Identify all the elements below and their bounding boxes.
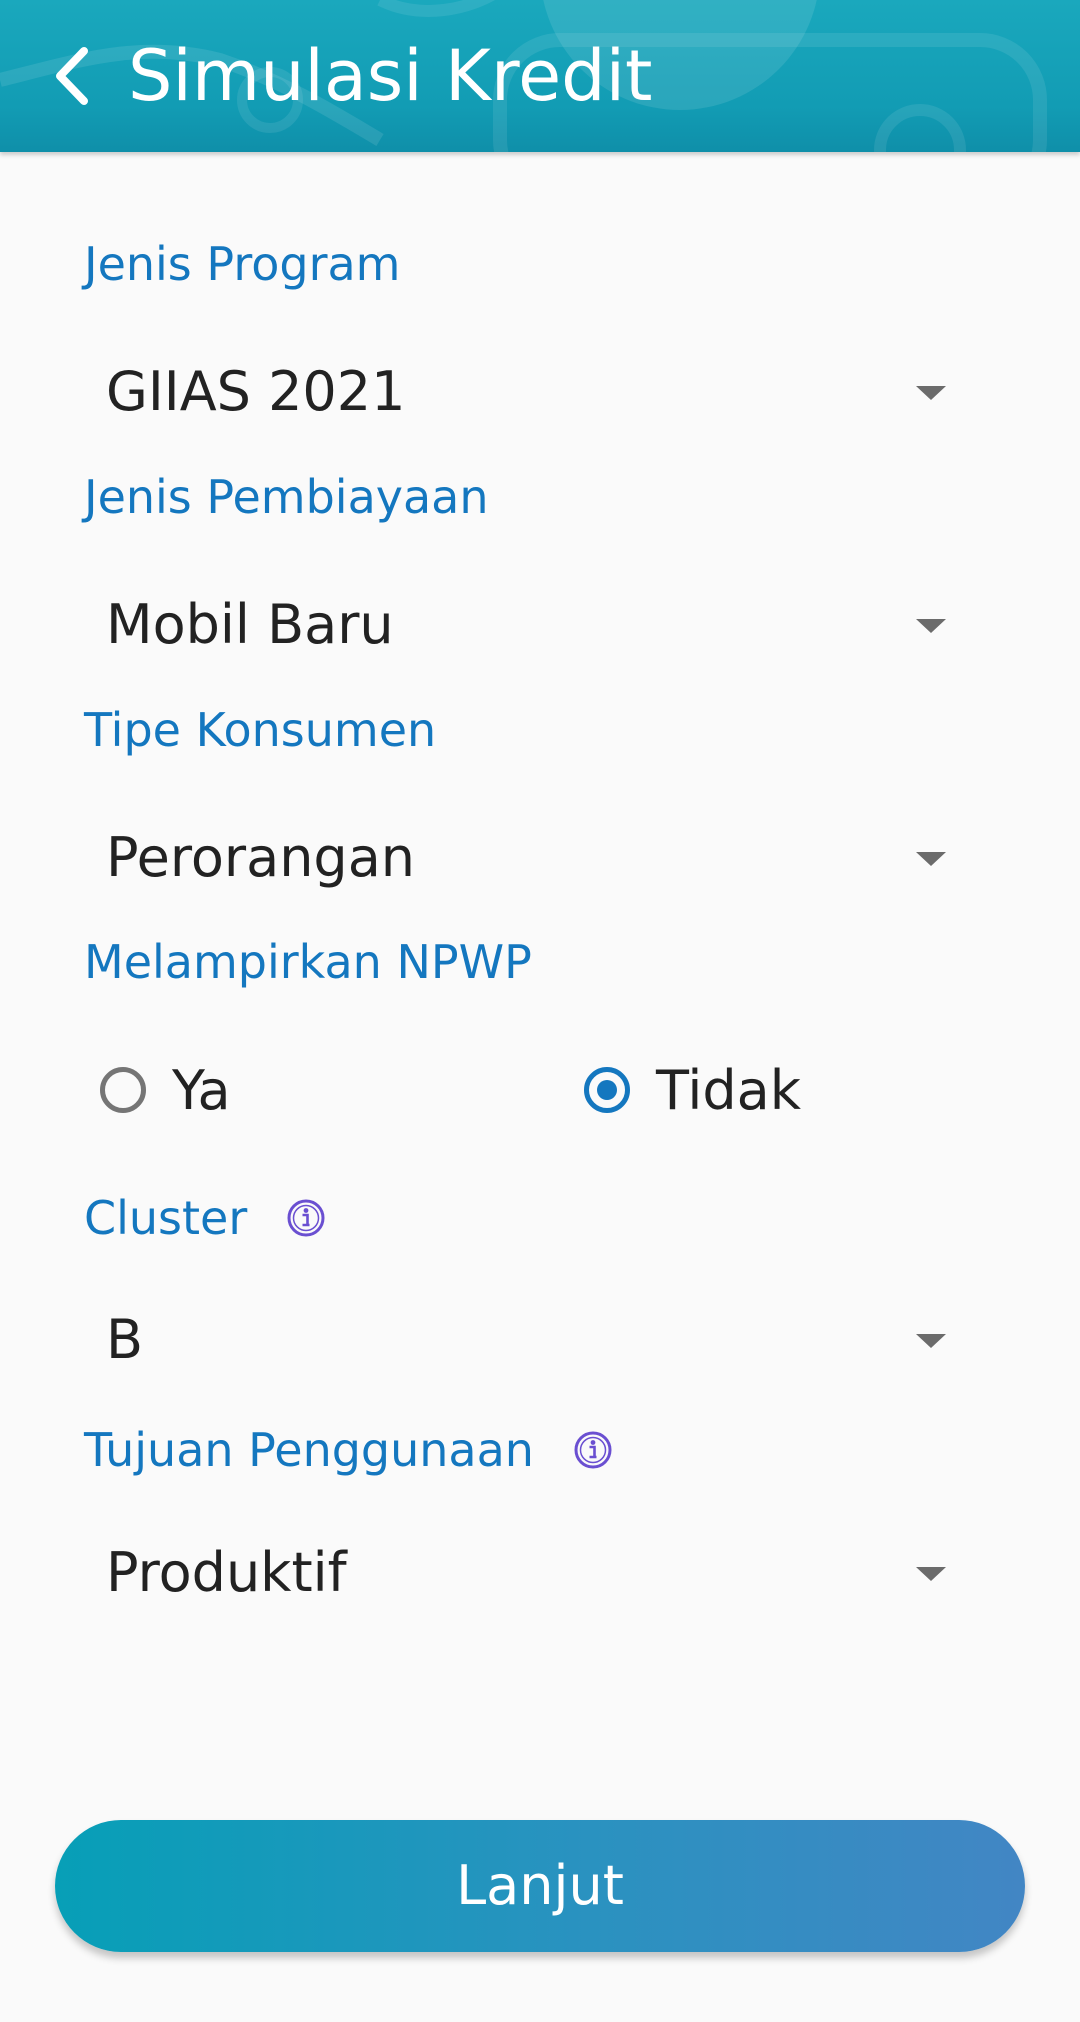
tujuan-penggunaan-label: Tujuan Penggunaan bbox=[84, 1423, 534, 1477]
npwp-radio-tidak[interactable]: Tidak bbox=[584, 1054, 884, 1134]
jenis-program-label: Jenis Program bbox=[84, 237, 401, 291]
tujuan-penggunaan-dropdown[interactable]: Produktif bbox=[84, 1525, 964, 1621]
cluster-label: Cluster bbox=[84, 1191, 248, 1245]
caret-down-icon bbox=[916, 386, 946, 400]
tipe-konsumen-dropdown[interactable]: Perorangan bbox=[84, 810, 964, 906]
tujuan-penggunaan-value: Produktif bbox=[106, 1541, 347, 1604]
cluster-value: B bbox=[106, 1308, 144, 1371]
back-button[interactable] bbox=[40, 36, 104, 116]
npwp-label: Melampirkan NPWP bbox=[84, 935, 532, 989]
lanjut-button[interactable]: Lanjut bbox=[55, 1820, 1025, 1952]
lanjut-button-label: Lanjut bbox=[456, 1854, 624, 1917]
app-header: Simulasi Kredit bbox=[0, 0, 1080, 152]
npwp-radio-ya[interactable]: Ya bbox=[100, 1054, 400, 1134]
caret-down-icon bbox=[916, 852, 946, 866]
jenis-pembiayaan-label: Jenis Pembiayaan bbox=[84, 470, 489, 524]
info-icon bbox=[574, 1431, 612, 1469]
caret-down-icon bbox=[916, 619, 946, 633]
npwp-radio-tidak-label: Tidak bbox=[656, 1059, 801, 1122]
jenis-program-value: GIIAS 2021 bbox=[106, 360, 406, 423]
tipe-konsumen-label: Tipe Konsumen bbox=[84, 703, 437, 757]
radio-unchecked-icon bbox=[100, 1067, 146, 1113]
npwp-radio-ya-label: Ya bbox=[172, 1059, 231, 1122]
cluster-info-icon[interactable] bbox=[286, 1198, 326, 1238]
cluster-dropdown[interactable]: B bbox=[84, 1292, 964, 1388]
chevron-left-icon bbox=[56, 47, 88, 105]
jenis-pembiayaan-value: Mobil Baru bbox=[106, 593, 394, 656]
radio-checked-icon bbox=[584, 1067, 630, 1113]
tipe-konsumen-value: Perorangan bbox=[106, 826, 416, 889]
form-content: Jenis Program GIIAS 2021 Jenis Pembiayaa… bbox=[0, 152, 1080, 2022]
tujuan-penggunaan-info-icon[interactable] bbox=[573, 1430, 613, 1470]
jenis-program-dropdown[interactable]: GIIAS 2021 bbox=[84, 344, 964, 440]
info-icon bbox=[287, 1199, 325, 1237]
jenis-pembiayaan-dropdown[interactable]: Mobil Baru bbox=[84, 577, 964, 673]
page-title: Simulasi Kredit bbox=[128, 35, 653, 117]
radio-dot bbox=[597, 1080, 617, 1100]
caret-down-icon bbox=[916, 1567, 946, 1581]
caret-down-icon bbox=[916, 1334, 946, 1348]
